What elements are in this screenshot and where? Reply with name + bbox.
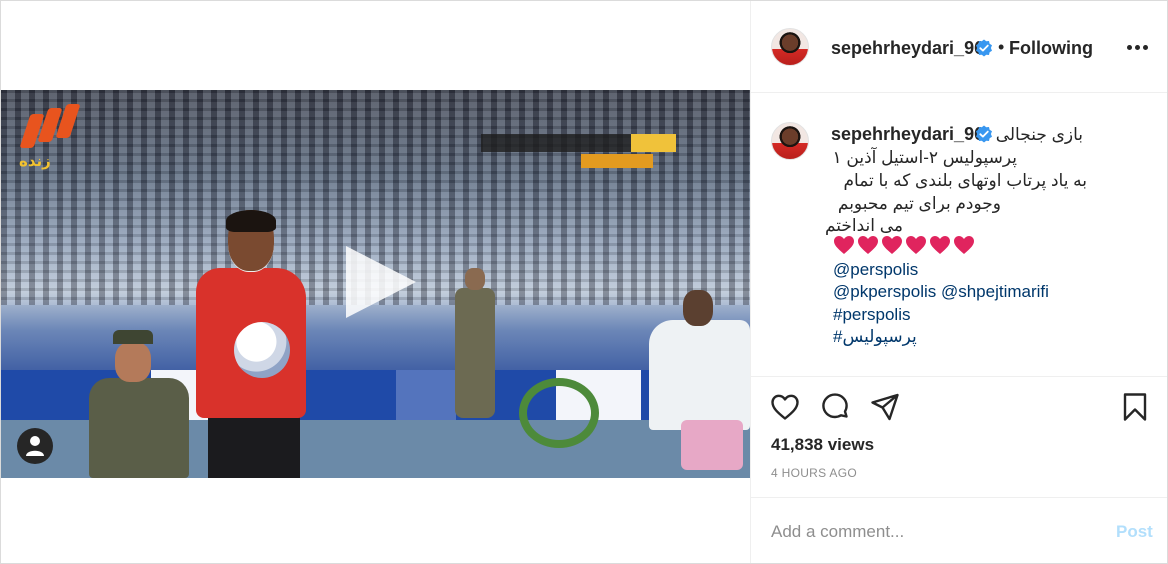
post-side-panel: sepehrheydari_96 • Following sepehrheyda… [751,1,1167,563]
caption-area: sepehrheydari_96 بازی جنجالی پرسپولیس ۲-… [751,94,1167,377]
heart-emoji-icon [834,236,854,254]
verified-badge-icon [976,125,992,143]
comment-bar: Post [751,497,1167,563]
avatar[interactable] [771,28,809,66]
following-button[interactable]: Following [1009,38,1093,59]
header-username[interactable]: sepehrheydari_96 [831,38,984,59]
comment-icon[interactable] [819,391,851,423]
post-timestamp[interactable]: 4 HOURS AGO [771,466,857,480]
heart-emoji-icon [954,236,974,254]
hashtag-link[interactable]: #perspolis [833,305,911,325]
heart-emoji-icon [930,236,950,254]
heart-emoji-icon [858,236,878,254]
heart-emoji-icon [906,236,926,254]
live-tag: زنده [19,153,51,170]
user-tag-icon[interactable] [17,428,53,464]
caption-avatar[interactable] [771,122,809,160]
heart-emoji-row [833,235,977,257]
video-player[interactable]: زنده [1,90,750,478]
heart-emoji-icon [882,236,902,254]
comment-input[interactable] [771,520,1091,544]
caption-line: وجودم برای تیم محبوبم [837,194,1001,213]
caption-line: پرسپولیس ۲-استیل آذین ۱ [832,148,1017,167]
hashtag-link[interactable]: #پرسپولیس [833,327,917,347]
caption-line: به یاد پرتاب اوتهای بلندی که با تمام [843,171,1087,190]
video-chair [681,420,743,470]
caption-username[interactable]: sepehrheydari_96 [831,124,984,145]
video-player-footballer [196,210,316,478]
instagram-post: زنده sepehrheydari_96 • Following sepehr… [0,0,1168,564]
play-icon[interactable] [340,242,420,322]
caption-line: بازی جنجالی [995,125,1083,144]
bookmark-icon[interactable] [1119,391,1151,423]
send-icon[interactable] [869,391,901,423]
mention-link[interactable]: @pkperspolis @shpejtimarifi [833,282,1049,302]
verified-badge-icon [976,39,992,57]
media-panel: زنده [1,1,751,563]
action-bar [751,377,1167,437]
view-count[interactable]: 41,838 views [771,435,874,455]
video-person-wheelchair [89,330,189,478]
header-separator: • [998,37,1005,57]
mention-link[interactable]: @perspolis [833,260,918,280]
video-flower-wreath [519,378,599,448]
video-scoreboard [481,134,676,174]
video-soldier [453,268,497,418]
heart-outline-icon[interactable] [769,391,801,423]
post-header: sepehrheydari_96 • Following [751,1,1167,93]
caption-line: می انداختم [824,216,903,235]
more-horizontal-icon[interactable] [1127,45,1151,51]
post-comment-button[interactable]: Post [1116,522,1153,542]
